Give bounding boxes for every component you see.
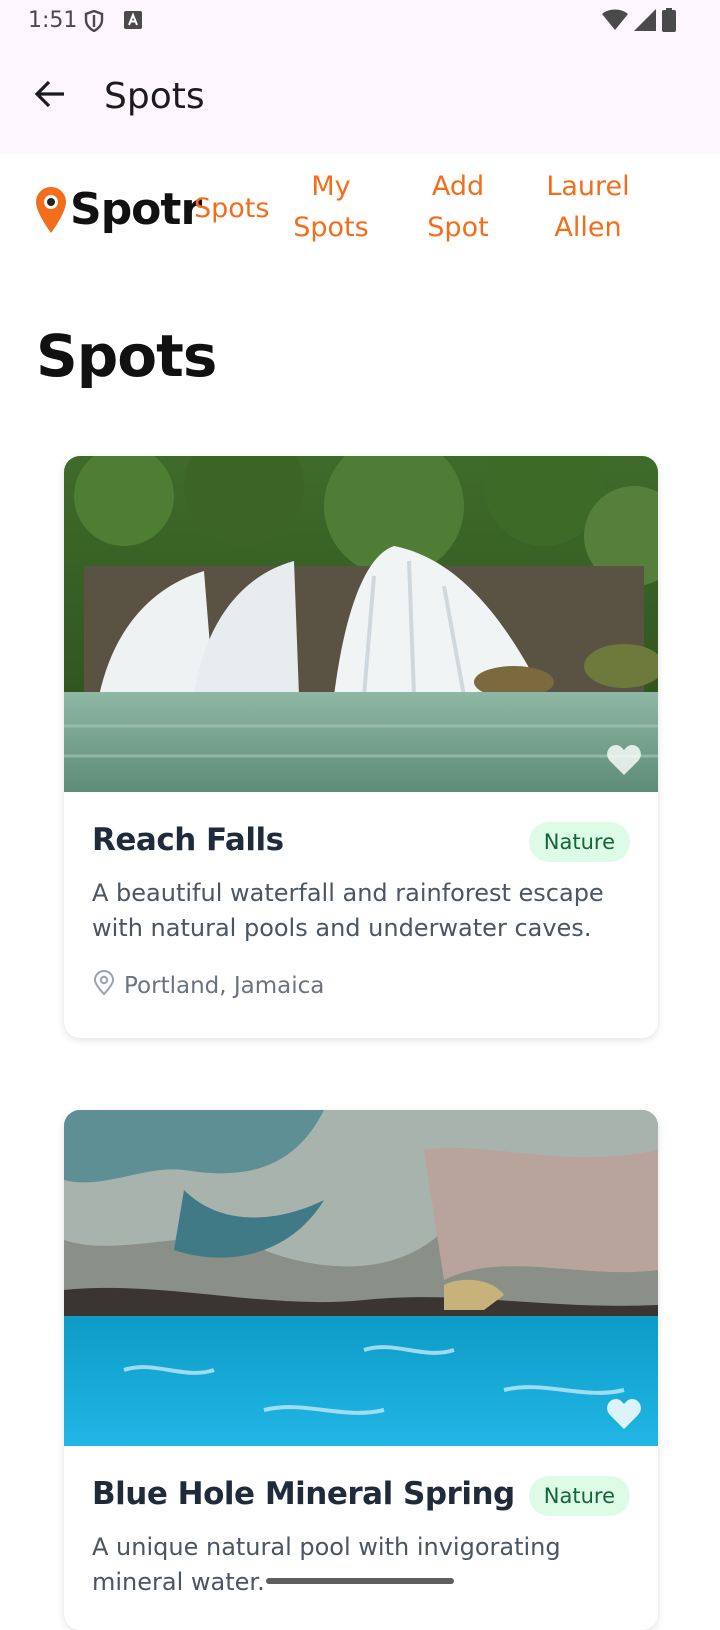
spot-description: A unique natural pool with invigorating … [92, 1533, 561, 1596]
site-logo[interactable]: Spotr [36, 184, 202, 235]
category-badge: Nature [528, 822, 630, 862]
spot-card[interactable]: Reach Falls Nature A beautiful waterfall… [64, 456, 658, 1038]
spot-description: A beautiful waterfall and rainforest esc… [92, 879, 604, 942]
back-button[interactable] [28, 72, 72, 116]
spot-image-waterfall [64, 456, 658, 792]
site-navbar: Spotr Spots My Spots Add Spot Laurel All… [0, 154, 720, 264]
spot-card[interactable]: Blue Hole Mineral Spring Nature A unique… [64, 1110, 658, 1630]
back-arrow-icon [34, 80, 64, 108]
gesture-home-bar[interactable] [266, 1578, 454, 1584]
status-bar: 1:51 [0, 0, 720, 44]
page-title: Spots [36, 322, 217, 390]
logo-text: Spotr [70, 184, 202, 235]
wifi-icon [602, 9, 628, 36]
shield-icon [84, 9, 104, 37]
status-time: 1:51 [28, 8, 78, 33]
favorite-heart-icon[interactable] [606, 744, 642, 776]
nav-link-add-spot[interactable]: Add Spot [408, 166, 508, 248]
signal-icon [634, 9, 656, 36]
location-pin-logo-icon [36, 186, 66, 233]
nav-link-my-spots[interactable]: My Spots [286, 166, 376, 248]
favorite-heart-icon[interactable] [606, 1398, 642, 1430]
spot-location-text: Portland, Jamaica [124, 973, 325, 999]
category-badge: Nature [528, 1476, 630, 1516]
spot-card-body: Reach Falls Nature A beautiful waterfall… [64, 792, 658, 1002]
spot-card-body: Blue Hole Mineral Spring Nature A unique… [64, 1446, 658, 1600]
spot-location: Portland, Jamaica [92, 970, 630, 1002]
app-bar-title: Spots [104, 76, 205, 117]
spot-image-cave-pool [64, 1110, 658, 1446]
app-bar: Spots [0, 44, 720, 154]
location-pin-icon [92, 970, 116, 1002]
nav-link-spots[interactable]: Spots [194, 188, 269, 229]
nav-link-user-profile[interactable]: Laurel Allen [528, 166, 648, 248]
battery-icon [662, 8, 676, 37]
notification-icon [124, 11, 142, 34]
